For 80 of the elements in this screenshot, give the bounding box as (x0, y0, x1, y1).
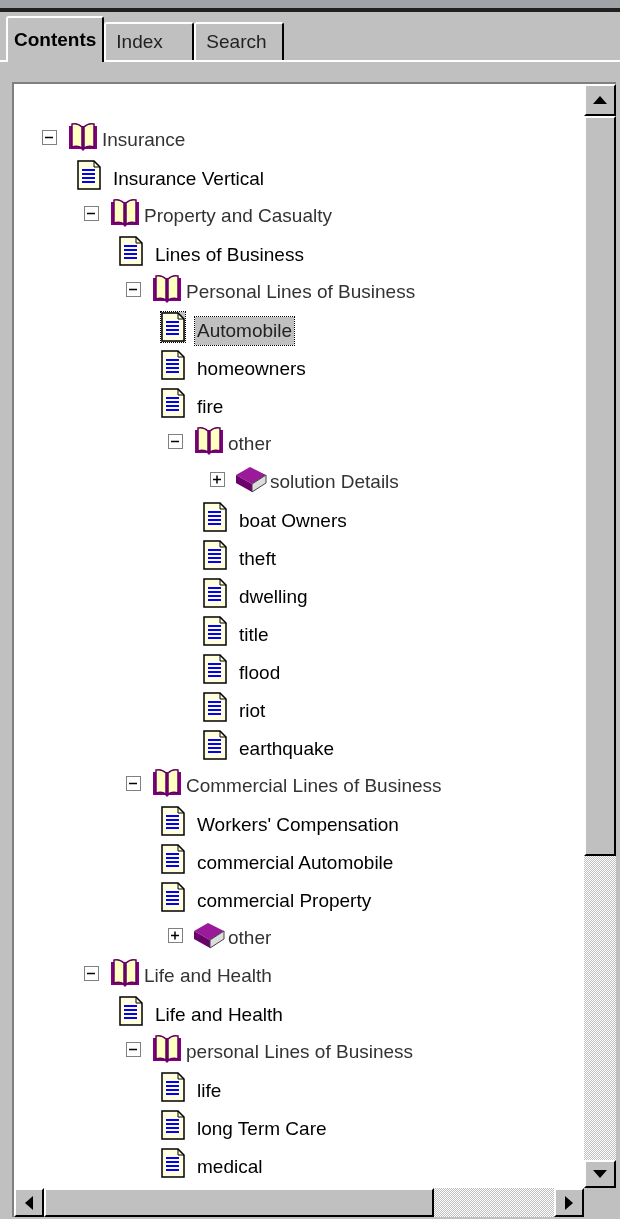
open-book-icon (108, 958, 142, 988)
tree-item-label[interactable]: Lines of Business (153, 240, 306, 270)
document-icon (203, 616, 227, 646)
tree-item-label[interactable]: personal Lines of Business (184, 1037, 416, 1067)
document-icon (119, 236, 143, 266)
expand-icon[interactable] (210, 471, 225, 487)
tree-item-label[interactable]: homeowners (195, 354, 308, 384)
tree-item-label[interactable]: Insurance Vertical (111, 164, 267, 194)
scroll-thumb[interactable] (584, 116, 616, 856)
tree-item-label[interactable]: earthquake (237, 734, 337, 764)
tree-item-label[interactable]: other (226, 923, 274, 953)
open-book-icon (108, 198, 142, 228)
tree-item-label[interactable]: Property and Casualty (142, 201, 334, 231)
collapse-icon[interactable] (168, 433, 183, 449)
tree-item-label[interactable]: flood (237, 658, 283, 688)
scroll-left-button[interactable] (14, 1188, 44, 1217)
collapse-icon[interactable] (126, 1041, 141, 1057)
collapse-icon[interactable] (42, 129, 57, 145)
collapse-icon[interactable] (126, 281, 141, 297)
document-icon (119, 996, 143, 1026)
collapse-icon[interactable] (126, 775, 141, 791)
tree-item-label[interactable]: commercial Automobile (195, 848, 396, 878)
open-book-icon (150, 274, 184, 304)
tree-item-label[interactable]: Workers' Compensation (195, 810, 401, 840)
scroll-down-button[interactable] (584, 1160, 616, 1188)
right-arrow-icon (565, 1195, 573, 1210)
collapse-icon[interactable] (84, 205, 99, 221)
document-icon (203, 692, 227, 722)
tree-item-label[interactable]: Commercial Lines of Business (184, 771, 444, 801)
document-icon (203, 730, 227, 760)
tree-item-label[interactable]: long Term Care (195, 1114, 329, 1144)
tree-item-label[interactable]: commercial Property (195, 886, 374, 916)
open-book-icon (150, 768, 184, 798)
tree-item-label[interactable]: fire (195, 392, 226, 422)
tree-item-label[interactable]: theft (237, 544, 278, 574)
document-icon (161, 806, 185, 836)
open-book-icon (192, 426, 226, 456)
document-icon (77, 160, 101, 190)
tab[interactable]: Contents (6, 16, 105, 62)
tree-item-label[interactable]: life (195, 1076, 224, 1106)
scroll-up-button[interactable] (584, 84, 616, 116)
tree-item-label[interactable]: medical (195, 1152, 265, 1182)
tree-item-label[interactable]: Insurance (100, 125, 188, 155)
document-icon (161, 1110, 185, 1140)
tab[interactable]: Search (194, 22, 285, 60)
document-icon (203, 502, 227, 532)
document-icon (203, 540, 227, 570)
tree-item-label[interactable]: Automobile (195, 316, 295, 346)
tree-item-label[interactable]: solution Details (268, 467, 401, 497)
document-icon (161, 312, 185, 342)
open-book-icon (150, 1034, 184, 1064)
document-icon (161, 844, 185, 874)
tree-item-label[interactable]: riot (237, 696, 268, 726)
scroll-right-button[interactable] (554, 1188, 584, 1217)
scroll-thumb[interactable] (44, 1188, 434, 1217)
left-arrow-icon (25, 1195, 33, 1210)
document-icon (161, 350, 185, 380)
document-icon (161, 388, 185, 418)
open-book-icon (66, 122, 100, 152)
tree-item-label[interactable]: Life and Health (153, 1000, 285, 1030)
document-icon (161, 1072, 185, 1102)
tree-item-label[interactable]: title (237, 620, 271, 650)
document-icon (203, 654, 227, 684)
vertical-scrollbar[interactable] (584, 84, 616, 1188)
tree-item-label[interactable]: dwelling (237, 582, 310, 612)
document-icon (161, 882, 185, 912)
document-icon (161, 1148, 185, 1178)
closed-book-icon (234, 464, 268, 494)
document-icon (203, 578, 227, 608)
closed-book-icon (192, 920, 226, 950)
down-arrow-icon (593, 1170, 607, 1178)
horizontal-scrollbar[interactable] (14, 1188, 584, 1217)
tree-item-label[interactable]: Personal Lines of Business (184, 277, 418, 307)
tab[interactable]: Index (104, 22, 195, 60)
tree-item-label[interactable]: boat Owners (237, 506, 349, 536)
tree-item-label[interactable]: Life and Health (142, 961, 274, 991)
up-arrow-icon (593, 96, 607, 104)
expand-icon[interactable] (168, 927, 183, 943)
collapse-icon[interactable] (84, 965, 99, 981)
tree-item-label[interactable]: other (226, 429, 274, 459)
